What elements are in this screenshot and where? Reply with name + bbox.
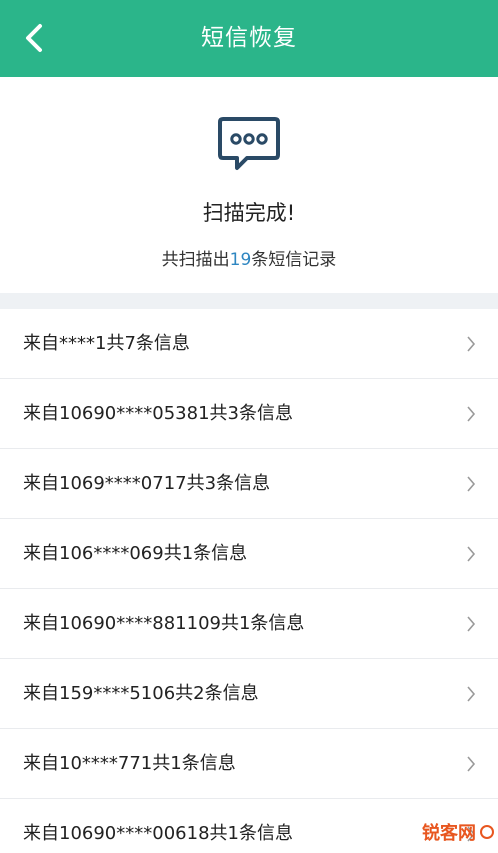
list-item-label: 来自10690****881109共1条信息 bbox=[23, 613, 305, 634]
list-item[interactable]: 来自****1共7条信息 bbox=[0, 309, 498, 379]
list-item-label: 来自10690****05381共3条信息 bbox=[23, 403, 293, 424]
list-item[interactable]: 来自10****771共1条信息 bbox=[0, 729, 498, 799]
count-suffix: 条短信记录 bbox=[251, 250, 337, 270]
watermark-logo: 锐客网 bbox=[422, 817, 494, 847]
app-header: 短信恢复 bbox=[0, 0, 498, 77]
chevron-right-icon bbox=[467, 476, 476, 492]
scan-summary: 扫描完成! 共扫描出19条短信记录 bbox=[0, 77, 498, 293]
list-item-label: 来自10690****00618共1条信息 bbox=[23, 823, 293, 844]
chevron-right-icon bbox=[467, 686, 476, 702]
section-divider bbox=[0, 293, 498, 309]
list-item[interactable]: 来自1069****0717共3条信息 bbox=[0, 449, 498, 519]
message-source-list: 来自****1共7条信息 来自10690****05381共3条信息 来自106… bbox=[0, 309, 498, 853]
list-item-label: 来自159****5106共2条信息 bbox=[23, 683, 259, 704]
chevron-right-icon bbox=[467, 546, 476, 562]
list-item[interactable]: 来自159****5106共2条信息 bbox=[0, 659, 498, 729]
list-item-label: 来自106****069共1条信息 bbox=[23, 543, 248, 564]
list-item[interactable]: 来自106****069共1条信息 bbox=[0, 519, 498, 589]
count-number: 19 bbox=[229, 250, 252, 270]
chevron-right-icon bbox=[467, 616, 476, 632]
list-item-label: 来自10****771共1条信息 bbox=[23, 753, 236, 774]
list-item-label: 来自1069****0717共3条信息 bbox=[23, 473, 271, 494]
list-item[interactable]: 来自10690****881109共1条信息 bbox=[0, 589, 498, 659]
watermark-mark-icon bbox=[480, 825, 494, 839]
page-title: 短信恢复 bbox=[201, 25, 297, 51]
message-bubble-icon bbox=[218, 117, 280, 170]
watermark-text: 锐客网 bbox=[422, 823, 476, 844]
count-prefix: 共扫描出 bbox=[161, 250, 230, 270]
list-item[interactable]: 来自10690****05381共3条信息 bbox=[0, 379, 498, 449]
scan-count-text: 共扫描出19条短信记录 bbox=[0, 245, 498, 270]
chevron-right-icon bbox=[467, 336, 476, 352]
chevron-right-icon bbox=[467, 406, 476, 422]
chevron-right-icon bbox=[467, 756, 476, 772]
list-item-label: 来自****1共7条信息 bbox=[23, 333, 190, 354]
scan-status: 扫描完成! bbox=[202, 201, 296, 225]
